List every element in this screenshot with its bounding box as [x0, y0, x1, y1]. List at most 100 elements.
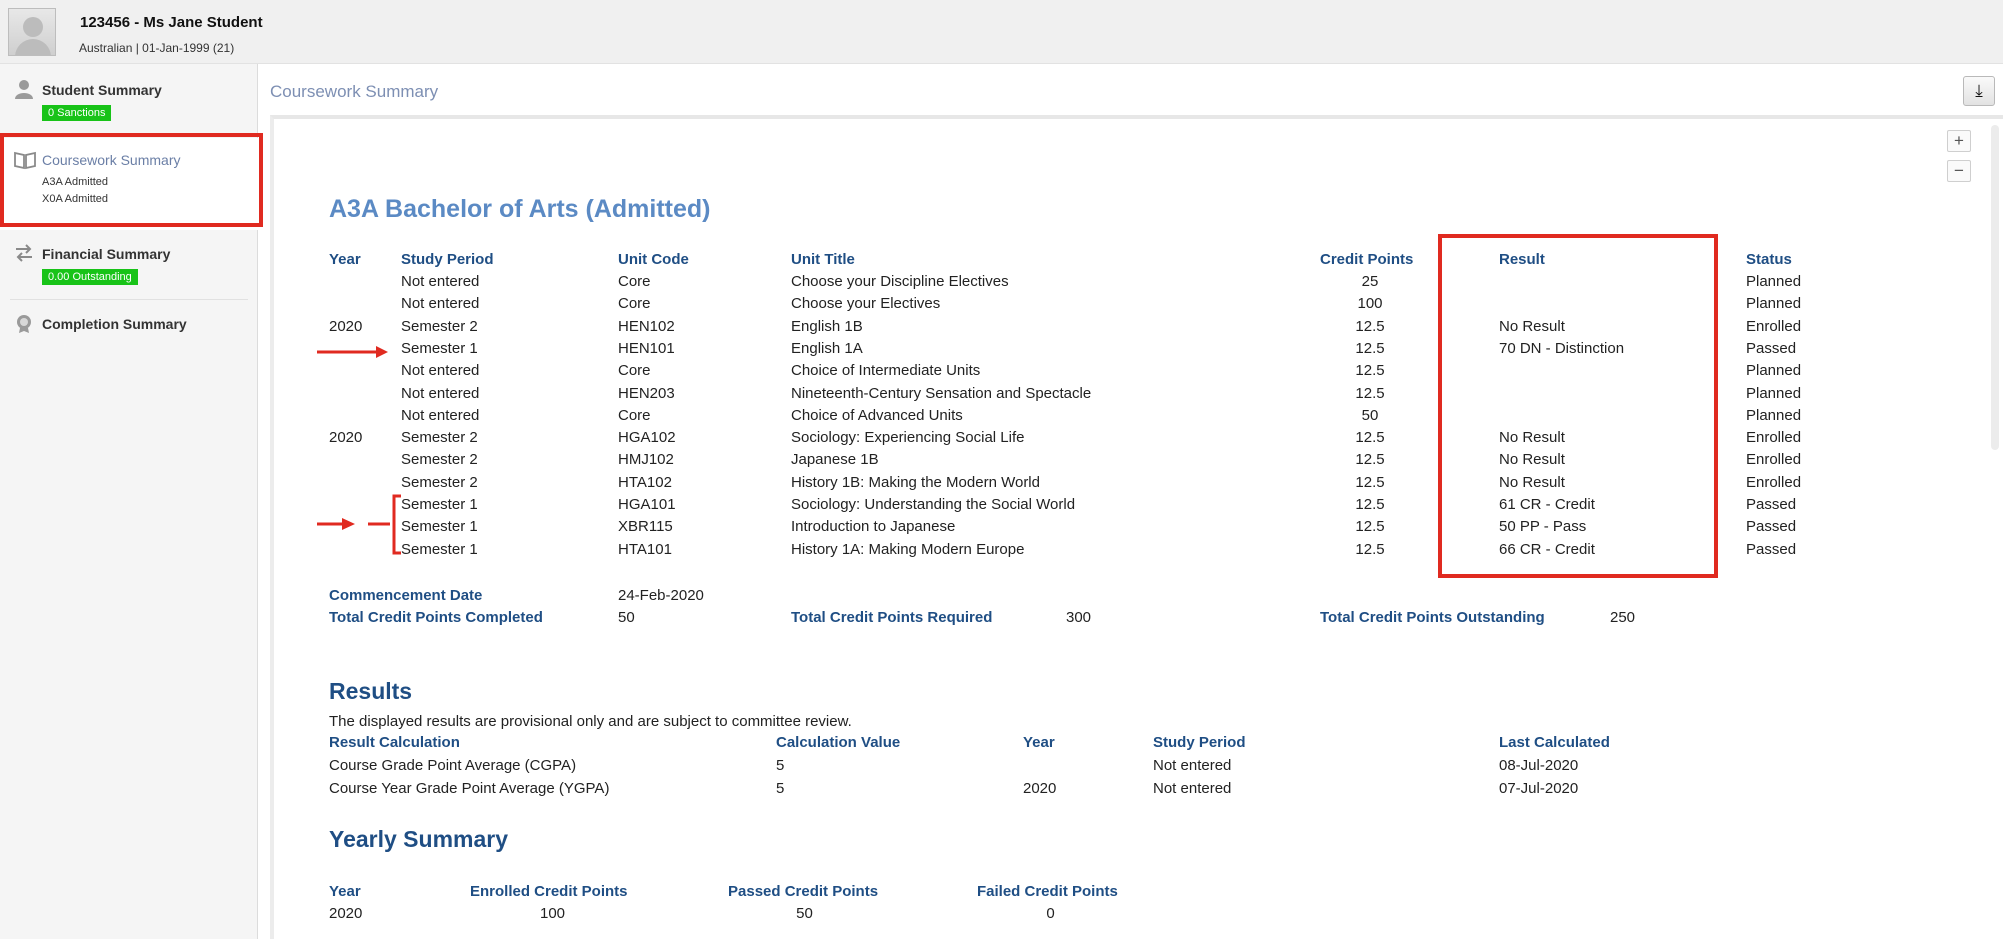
tcp-completed-label: Total Credit Points Completed — [329, 609, 543, 626]
row-last-calculated: 08-Jul-2020 — [1499, 757, 1579, 774]
col-result-calculation-header: Result Calculation — [329, 734, 460, 751]
row-unit-title: English 1B — [791, 317, 863, 335]
arrow-icon — [317, 346, 388, 358]
row-year: 2020 — [329, 905, 363, 922]
row-unit-code: Core — [618, 362, 651, 380]
arrow-icon — [317, 518, 355, 530]
results-note: The displayed results are provisional on… — [329, 713, 852, 730]
row-credit-points: 100 — [1357, 295, 1383, 313]
row-status: Enrolled — [1746, 451, 1802, 469]
bracket-icon — [368, 494, 401, 555]
row-calculation-value: 5 — [776, 757, 785, 774]
row-credit-points: 12.5 — [1355, 451, 1385, 469]
results-heading: Results — [329, 678, 413, 704]
col-year-header: Year — [329, 883, 361, 900]
row-unit-title: History 1B: Making the Modern World — [791, 473, 1040, 491]
col-calculation-value-header: Calculation Value — [776, 734, 901, 751]
col-last-calculated-header: Last Calculated — [1499, 734, 1610, 751]
row-status: Enrolled — [1746, 473, 1802, 491]
row-year: 2020 — [1023, 780, 1057, 797]
download-icon: ⤓ — [1975, 81, 1983, 100]
row-credit-points: 12.5 — [1355, 429, 1385, 447]
row-unit-code: HEN101 — [618, 339, 675, 357]
annotation-arrows — [317, 346, 401, 555]
row-credit-points: 12.5 — [1355, 384, 1385, 402]
row-result-calculation: Course Grade Point Average (CGPA) — [329, 757, 577, 774]
col-unit-code-header: Unit Code — [618, 251, 689, 268]
row-credit-points: 12.5 — [1355, 496, 1385, 513]
row-credit-points: 12.5 — [1355, 362, 1385, 380]
row-status: Planned — [1746, 362, 1802, 380]
row-status: Planned — [1746, 384, 1802, 402]
download-button[interactable]: ⤓ — [1963, 76, 1995, 106]
row-status: Enrolled — [1746, 429, 1802, 447]
row-unit-title: Introduction to Japanese — [791, 518, 956, 536]
tcp-outstanding-label: Total Credit Points Outstanding — [1320, 609, 1545, 626]
row-status: Passed — [1746, 496, 1797, 513]
row-failed-credit-points: 0 — [1046, 905, 1055, 922]
row-unit-code: Core — [618, 406, 651, 424]
col-enrolled-credit-points-header: Enrolled Credit Points — [470, 883, 628, 900]
col-study-period-header: Study Period — [1153, 734, 1246, 751]
row-study-period: Not entered — [1153, 757, 1232, 774]
row-status: Passed — [1746, 339, 1797, 357]
row-credit-points: 12.5 — [1355, 540, 1385, 558]
row-status: Planned — [1746, 406, 1802, 424]
row-result-calculation: Course Year Grade Point Average (YGPA) — [329, 780, 610, 797]
col-passed-credit-points-header: Passed Credit Points — [728, 883, 879, 900]
commencement-value: 24-Feb-2020 — [618, 587, 704, 604]
row-unit-title: Nineteenth-Century Sensation and Spectac… — [791, 384, 1092, 402]
row-unit-title: History 1A: Making Modern Europe — [791, 540, 1025, 558]
row-credit-points: 25 — [1361, 273, 1379, 290]
row-status: Planned — [1746, 273, 1802, 290]
row-unit-code: HEN102 — [618, 317, 675, 335]
row-credit-points: 50 — [1361, 406, 1379, 424]
coursework-panel — [270, 115, 2003, 939]
scrollbar[interactable] — [1991, 125, 1999, 450]
row-credit-points: 12.5 — [1355, 518, 1385, 536]
row-status: Passed — [1746, 540, 1797, 558]
row-unit-title: Choice of Advanced Units — [791, 406, 963, 424]
result-highlight-box — [1438, 234, 1718, 578]
row-unit-code: HEN203 — [618, 384, 675, 402]
row-unit-title: Sociology: Experiencing Social Life — [791, 429, 1025, 447]
row-study-period: Not entered — [1153, 780, 1232, 797]
row-unit-code: Core — [618, 295, 651, 313]
row-status: Enrolled — [1746, 317, 1802, 335]
row-unit-title: Japanese 1B — [791, 451, 879, 469]
zoom-out-button[interactable]: − — [1947, 160, 1971, 182]
row-credit-points: 12.5 — [1355, 317, 1385, 335]
row-unit-title: Choose your Discipline Electives — [791, 273, 1009, 290]
row-enrolled-credit-points: 100 — [539, 905, 566, 922]
tcp-outstanding-value: 250 — [1610, 609, 1636, 626]
row-unit-code: XBR115 — [618, 518, 673, 536]
tcp-required-value: 300 — [1066, 609, 1092, 626]
row-credit-points: 12.5 — [1355, 339, 1385, 357]
row-status: Planned — [1746, 295, 1802, 313]
row-unit-code: HTA101 — [618, 540, 672, 558]
row-unit-title: English 1A — [791, 339, 863, 357]
row-unit-title: Choose your Electives — [791, 295, 941, 313]
tcp-required-label: Total Credit Points Required — [791, 609, 993, 626]
commencement-label: Commencement Date — [329, 587, 483, 604]
tcp-completed-value: 50 — [618, 609, 635, 626]
col-failed-credit-points-header: Failed Credit Points — [977, 883, 1118, 900]
row-passed-credit-points: 50 — [796, 905, 813, 922]
col-status-header: Status — [1746, 251, 1792, 268]
row-credit-points: 12.5 — [1355, 473, 1385, 491]
col-credit-points-header: Credit Points — [1320, 251, 1414, 268]
col-year-header: Year — [1023, 734, 1055, 751]
row-calculation-value: 5 — [776, 780, 785, 797]
row-status: Passed — [1746, 518, 1797, 536]
row-unit-code: HMJ102 — [618, 451, 674, 469]
row-unit-code: HTA102 — [618, 473, 672, 491]
row-unit-code: HGA102 — [618, 429, 676, 447]
row-unit-title: Choice of Intermediate Units — [791, 362, 981, 380]
yearly-summary-heading: Yearly Summary — [329, 826, 509, 852]
row-last-calculated: 07-Jul-2020 — [1499, 780, 1579, 797]
row-unit-code: HGA101 — [618, 496, 676, 513]
col-unit-title-header: Unit Title — [791, 251, 855, 268]
row-unit-code: Core — [618, 273, 651, 290]
row-unit-title: Sociology: Understanding the Social Worl… — [791, 496, 1076, 513]
zoom-in-button[interactable]: + — [1947, 130, 1971, 152]
